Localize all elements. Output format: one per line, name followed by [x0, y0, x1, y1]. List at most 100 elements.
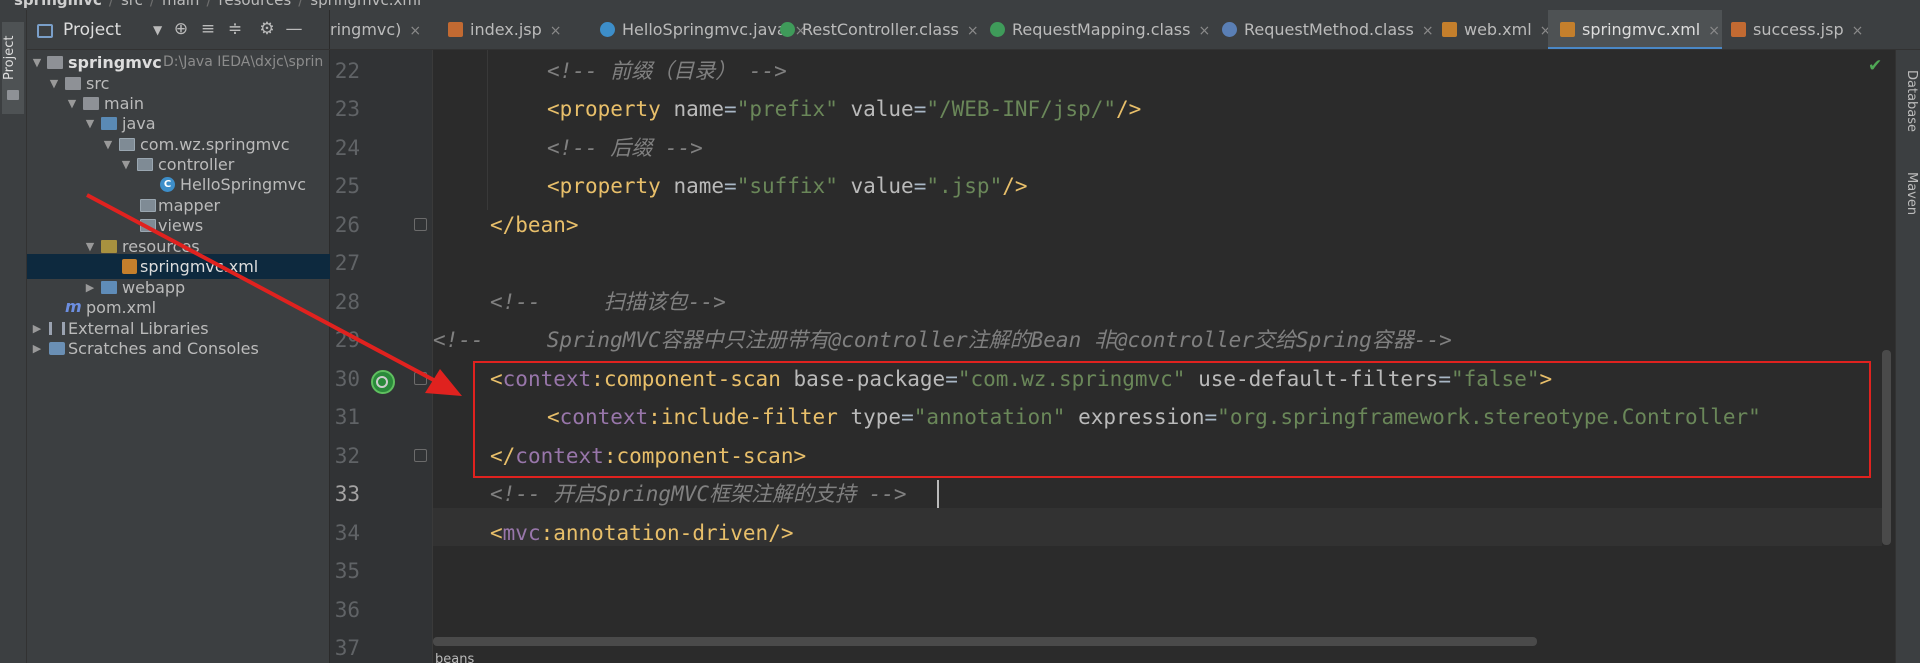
line-number: 34 — [334, 521, 360, 545]
project-panel-title[interactable]: Project — [63, 20, 121, 40]
xml-file-icon — [1442, 22, 1457, 37]
breadcrumb-item[interactable]: src — [121, 0, 143, 9]
close-icon[interactable]: × — [1852, 23, 1864, 39]
highlight-box — [473, 361, 1871, 478]
tab-label: web.xml — [1464, 20, 1532, 39]
project-tool-label[interactable]: Project — [2, 28, 24, 88]
resources-folder-icon — [101, 240, 117, 253]
line-number: 25 — [334, 174, 360, 198]
project-panel: Project ▼ ⊕ ≡ ≑ ⚙ — ▼ springmvc D:\Java … — [27, 10, 330, 663]
code-line-26: </bean> — [490, 213, 579, 237]
tab-label: index.jsp — [470, 20, 542, 39]
breadcrumb: springmvc / src / main / resources / springmvc.x… — [0, 0, 1920, 10]
tab-label: RequestMapping.class — [1012, 20, 1191, 39]
tab-index-jsp[interactable]: index.jsp × — [438, 10, 586, 49]
line-number: 29 — [334, 328, 360, 352]
close-icon[interactable]: × — [967, 23, 979, 39]
scratches-icon — [49, 342, 65, 355]
close-icon[interactable]: × — [1422, 23, 1434, 39]
maven-icon: m — [65, 297, 82, 316]
fold-marker-icon[interactable] — [414, 449, 427, 462]
collapse-all-icon[interactable]: ≑ — [224, 19, 246, 39]
line-number: 26 — [334, 213, 360, 237]
expand-all-icon[interactable]: ≡ — [197, 19, 219, 39]
locate-icon[interactable]: ⊕ — [170, 19, 192, 39]
line-number: 35 — [334, 559, 360, 583]
editor-tab-bar: ringmvc) × index.jsp × HelloSpringmvc.java… — [330, 10, 1920, 50]
tab-label: success.jsp — [1753, 20, 1844, 39]
chevron-right-icon[interactable]: ▶ — [30, 336, 44, 361]
horizontal-scrollbar[interactable] — [433, 637, 1537, 646]
package-icon — [119, 138, 135, 151]
source-folder-icon — [101, 117, 117, 130]
code-line-33: <!-- 开启SpringMVC框架注解的支持 --> — [490, 482, 907, 506]
vertical-scrollbar[interactable] — [1882, 350, 1891, 545]
close-icon[interactable]: × — [1708, 23, 1720, 39]
line-number: 30 — [334, 367, 360, 391]
breadcrumb-root[interactable]: springmvc — [14, 0, 102, 9]
tab-springmvc-xml[interactable]: springmvc.xml × — [1548, 10, 1722, 49]
tree-item-label: Scratches and Consoles — [68, 339, 259, 358]
tab-label: RestController.class — [802, 20, 959, 39]
code-line-25: <property name="suffix" value=".jsp"/> — [547, 174, 1028, 198]
web-folder-icon — [101, 281, 117, 294]
line-number: 24 — [334, 136, 360, 160]
tab-success-jsp[interactable]: success.jsp × — [1722, 10, 1864, 49]
maven-tool-tab[interactable]: Maven — [1899, 172, 1919, 215]
left-tool-stripe: Project — [0, 10, 27, 663]
xml-file-icon — [122, 259, 137, 274]
line-number: 23 — [334, 97, 360, 121]
annotation-class-icon — [780, 22, 795, 37]
fold-marker-icon[interactable] — [414, 372, 427, 385]
tree-item-scratches[interactable]: ▶ Scratches and Consoles — [27, 336, 330, 361]
close-icon[interactable]: × — [550, 23, 562, 39]
tab-springmvc-project[interactable]: ringmvc) × — [330, 10, 430, 49]
inspection-ok-icon[interactable]: ✔ — [1868, 56, 1882, 76]
tab-requestmethod-class[interactable]: RequestMethod.class × — [1214, 10, 1440, 49]
text-caret — [937, 480, 939, 508]
package-icon — [137, 158, 153, 171]
editor-gutter: 22 23 24 25 26 27 28 29 30 31 32 33 34 3… — [330, 50, 433, 663]
folder-icon — [7, 90, 19, 100]
jsp-file-icon — [1731, 22, 1746, 37]
tab-restcontroller-class[interactable]: RestController.class × — [774, 10, 994, 49]
search-icon[interactable] — [376, 376, 388, 388]
tab-requestmapping-class[interactable]: RequestMapping.class × — [984, 10, 1216, 49]
fold-marker-icon[interactable] — [414, 218, 427, 231]
close-icon[interactable]: × — [409, 23, 421, 39]
breadcrumb-item[interactable]: main — [162, 0, 199, 9]
tab-label: RequestMethod.class — [1244, 20, 1414, 39]
gear-icon[interactable]: ⚙ — [256, 19, 278, 39]
right-tool-stripe: Database Maven — [1895, 50, 1920, 663]
line-number: 31 — [334, 405, 360, 429]
close-icon[interactable]: × — [1198, 23, 1210, 39]
enum-class-icon — [1222, 22, 1237, 37]
java-class-icon: C — [160, 177, 175, 192]
module-folder-icon — [47, 56, 63, 69]
editor-breadcrumb[interactable]: beans — [435, 652, 474, 663]
line-number: 27 — [334, 251, 360, 275]
breadcrumb-item[interactable]: springmvc.xml — [310, 0, 421, 9]
chevron-down-icon[interactable]: ▼ — [153, 23, 162, 37]
line-number: 37 — [334, 636, 360, 660]
indent-guide — [487, 50, 488, 210]
project-panel-header: Project ▼ ⊕ ≡ ≑ ⚙ — — [27, 10, 330, 50]
code-line-22: <!-- 前缀（目录） --> — [547, 59, 787, 83]
java-class-icon — [600, 22, 615, 37]
tab-label: HelloSpringmvc.java — [622, 20, 787, 39]
code-line-23: <property name="prefix" value="/WEB-INF/… — [547, 97, 1142, 121]
project-view-icon — [37, 24, 53, 38]
breadcrumb-item[interactable]: resources — [219, 0, 292, 9]
code-line-24: <!-- 后缀 --> — [547, 136, 703, 160]
database-tool-tab[interactable]: Database — [1899, 70, 1919, 132]
xml-file-icon — [1560, 22, 1575, 37]
tab-label: springmvc.xml — [1582, 20, 1701, 39]
tab-label: ringmvc) — [330, 20, 402, 39]
hide-panel-icon[interactable]: — — [283, 19, 305, 39]
package-icon — [140, 219, 156, 232]
code-line-29: <!-- SpringMVC容器中只注册带有@controller注解的Bean… — [433, 328, 1452, 352]
code-editor[interactable]: <!-- 前缀（目录） --> <property name="prefix" … — [433, 50, 1882, 663]
folder-icon — [83, 97, 99, 110]
line-number: 36 — [334, 598, 360, 622]
line-number: 28 — [334, 290, 360, 314]
